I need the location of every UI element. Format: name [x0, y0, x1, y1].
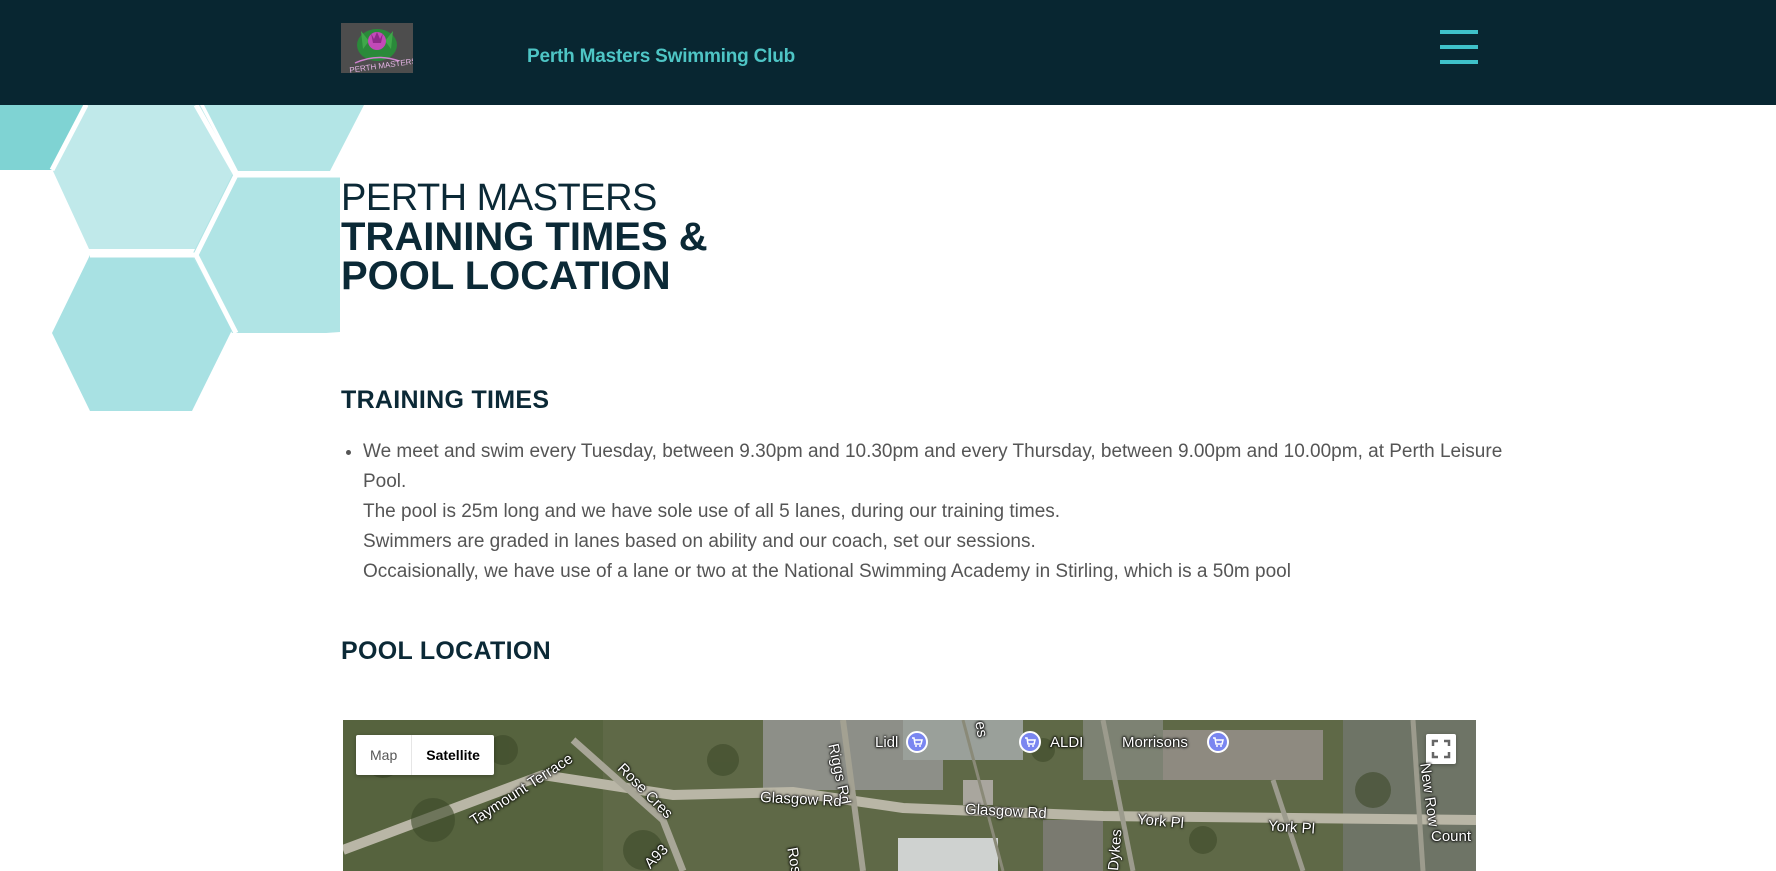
page-heading: PERTH MASTERS TRAINING TIMES & POOL LOCA…: [341, 178, 708, 296]
site-header: PERTH MASTERS Perth Masters Swimming Clu…: [0, 0, 1776, 105]
training-line-1: We meet and swim every Tuesday, between …: [363, 441, 1503, 492]
map-type-map-button[interactable]: Map: [356, 735, 413, 775]
shopping-cart-icon[interactable]: [1207, 731, 1229, 753]
google-map[interactable]: Map Satellite Lidl ALDI Morrisons Riggs …: [343, 720, 1476, 871]
shopping-cart-icon[interactable]: [1019, 731, 1041, 753]
page-heading-light: PERTH MASTERS: [341, 177, 657, 219]
training-line-3: Swimmers are graded in lanes based on ab…: [363, 531, 1036, 552]
training-line-4: Occaisionally, we have use of a lane or …: [363, 561, 1291, 582]
hexagon-decoration: [0, 105, 364, 411]
shopping-cart-icon[interactable]: [906, 731, 928, 753]
map-label-es: es: [971, 720, 991, 739]
fullscreen-icon[interactable]: [1426, 734, 1456, 764]
map-label-count: Count: [1431, 828, 1472, 845]
training-times-heading: TRAINING TIMES: [341, 386, 550, 414]
map-label-lidl[interactable]: Lidl: [875, 734, 898, 751]
training-times-list: We meet and swim every Tuesday, between …: [341, 437, 1503, 587]
pool-location-heading: POOL LOCATION: [341, 637, 551, 665]
map-type-satellite-button[interactable]: Satellite: [412, 735, 494, 775]
map-label-aldi[interactable]: ALDI: [1050, 734, 1083, 751]
map-label-dykes: Dykes: [1105, 828, 1126, 871]
club-logo[interactable]: PERTH MASTERS: [341, 23, 413, 73]
list-item: We meet and swim every Tuesday, between …: [363, 437, 1503, 587]
page-heading-bold-2: POOL LOCATION: [341, 254, 671, 298]
map-label-york-pl-2: York Pl: [1267, 817, 1316, 838]
map-type-control: Map Satellite: [356, 735, 494, 775]
page-heading-bold-1: TRAINING TIMES &: [341, 215, 708, 259]
menu-icon[interactable]: [1440, 30, 1478, 66]
training-line-2: The pool is 25m long and we have sole us…: [363, 501, 1061, 522]
map-label-morrisons[interactable]: Morrisons: [1122, 734, 1188, 751]
site-title[interactable]: Perth Masters Swimming Club: [527, 46, 795, 68]
